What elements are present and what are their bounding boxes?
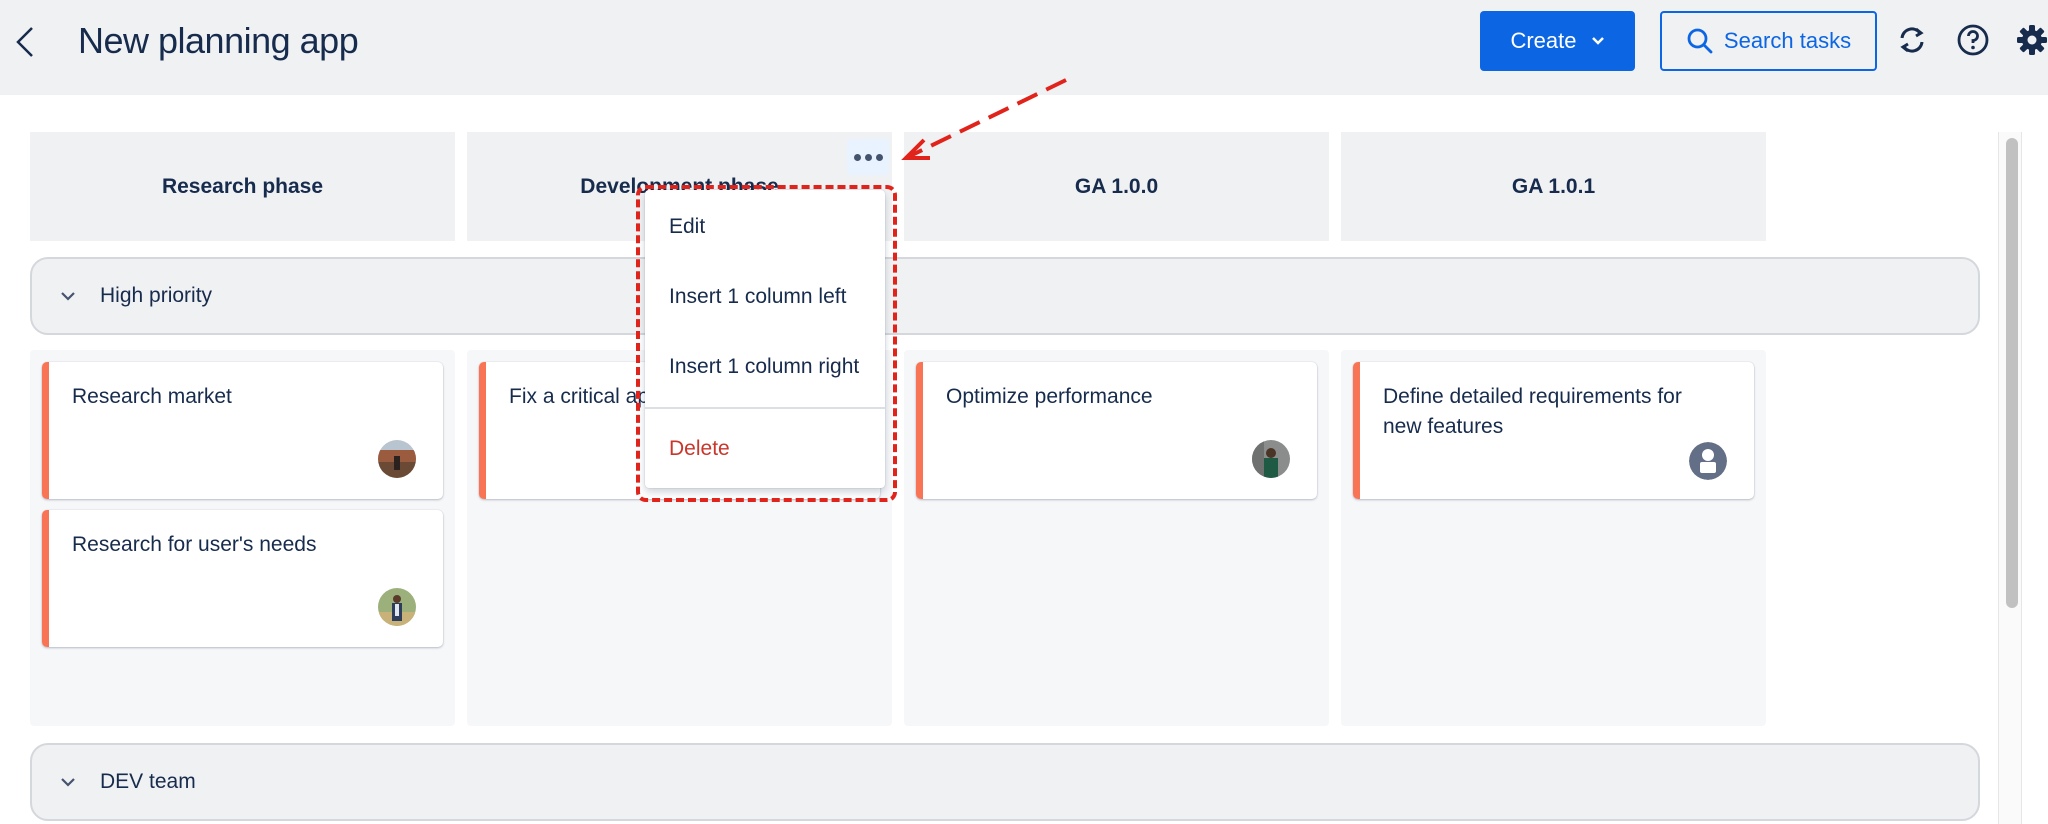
task-title: Research market bbox=[72, 385, 232, 408]
task-card[interactable]: Optimize performance bbox=[916, 362, 1317, 499]
task-title: Define detailed requirements for new fea… bbox=[1383, 385, 1682, 438]
task-title: Research for user's needs bbox=[72, 533, 317, 556]
default-user-avatar[interactable] bbox=[1689, 442, 1727, 480]
priority-bar bbox=[42, 362, 49, 499]
task-card[interactable]: Research market bbox=[42, 362, 443, 499]
swimlane-high-priority[interactable]: High priority bbox=[30, 257, 1980, 335]
more-dot-icon bbox=[864, 153, 872, 161]
task-card[interactable]: Research for user's needs bbox=[42, 510, 443, 647]
column-title: Research phase bbox=[161, 174, 324, 198]
menu-item-insert-column-left[interactable]: Insert 1 column left bbox=[645, 267, 885, 327]
column-title: GA 1.0.1 bbox=[1511, 174, 1596, 198]
menu-divider bbox=[645, 407, 885, 409]
chevron-down-icon bbox=[1591, 37, 1604, 45]
column-actions-menu: Edit Insert 1 column left Insert 1 colum… bbox=[645, 190, 885, 488]
priority-bar bbox=[916, 362, 923, 499]
task-card[interactable]: Define detailed requirements for new fea… bbox=[1353, 362, 1754, 499]
help-icon bbox=[1957, 24, 1989, 56]
menu-item-insert-column-right[interactable]: Insert 1 column right bbox=[645, 337, 885, 397]
avatar[interactable] bbox=[1252, 440, 1290, 478]
task-title: Optimize performance bbox=[946, 385, 1153, 408]
column-title: GA 1.0.0 bbox=[1074, 174, 1159, 198]
back-button[interactable] bbox=[10, 22, 40, 62]
settings-button[interactable] bbox=[2014, 22, 2048, 58]
search-icon bbox=[1687, 28, 1713, 54]
column-header-research-phase: Research phase bbox=[30, 132, 455, 241]
create-button-label: Create bbox=[1510, 28, 1577, 53]
avatar[interactable] bbox=[378, 588, 416, 626]
menu-item-delete[interactable]: Delete bbox=[645, 419, 885, 479]
priority-bar bbox=[479, 362, 486, 499]
app-header: New planning app Create Search tasks bbox=[0, 0, 2048, 95]
scrollbar-thumb[interactable] bbox=[2006, 138, 2018, 608]
help-button[interactable] bbox=[1955, 22, 1991, 58]
page-title: New planning app bbox=[78, 20, 359, 61]
column-header-ga-1-0-1: GA 1.0.1 bbox=[1341, 132, 1766, 241]
chevron-down-icon bbox=[61, 778, 75, 787]
search-tasks-label: Search tasks bbox=[1723, 28, 1852, 53]
avatar[interactable] bbox=[378, 440, 416, 478]
menu-item-edit[interactable]: Edit bbox=[645, 197, 885, 257]
gear-icon bbox=[2017, 25, 2047, 55]
sync-icon bbox=[1900, 27, 1924, 53]
chevron-down-icon bbox=[61, 292, 75, 301]
back-arrow-icon bbox=[16, 27, 33, 57]
column-more-actions-button[interactable] bbox=[847, 139, 889, 175]
more-dot-icon bbox=[853, 153, 861, 161]
swimlane-label: DEV team bbox=[100, 770, 196, 793]
sync-button[interactable] bbox=[1894, 22, 1930, 58]
user-icon bbox=[1689, 442, 1727, 480]
swimlane-dev-team[interactable]: DEV team bbox=[30, 743, 1980, 821]
more-dot-icon bbox=[875, 153, 883, 161]
create-button[interactable]: Create bbox=[1480, 11, 1635, 71]
priority-bar bbox=[42, 510, 49, 647]
swimlane-label: High priority bbox=[100, 284, 213, 307]
priority-bar bbox=[1353, 362, 1360, 499]
search-tasks-button[interactable]: Search tasks bbox=[1660, 11, 1877, 71]
column-header-ga-1-0-0: GA 1.0.0 bbox=[904, 132, 1329, 241]
